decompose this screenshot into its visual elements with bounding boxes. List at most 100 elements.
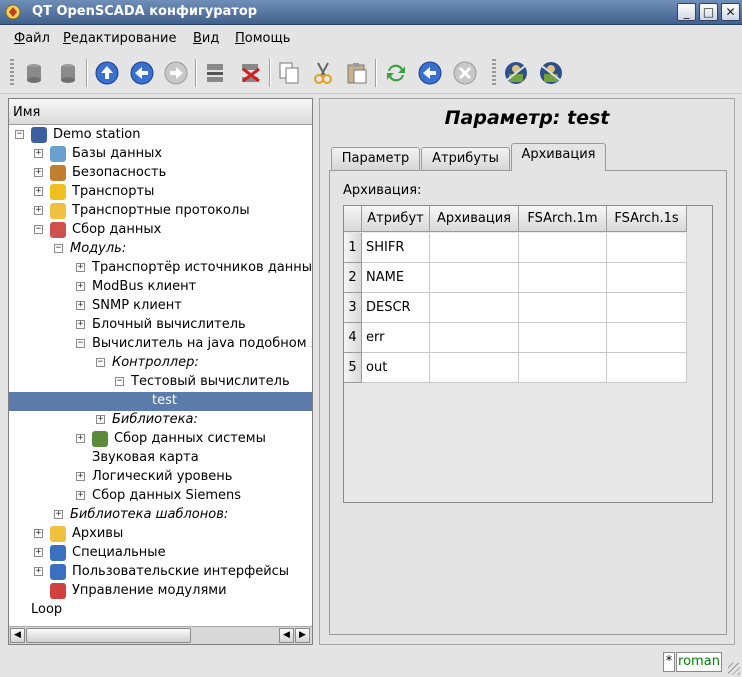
tree-item[interactable]: + Транспортные протоколы — [9, 202, 312, 221]
table-cell[interactable] — [607, 293, 687, 323]
expand-icon[interactable]: + — [54, 510, 63, 519]
scroll-thumb[interactable] — [26, 628, 191, 643]
table-cell[interactable] — [607, 263, 687, 293]
tree-item[interactable]: + Библиотека шаблонов: — [9, 506, 312, 525]
cut-icon[interactable] — [310, 60, 336, 86]
refresh-icon[interactable] — [383, 60, 409, 86]
user-icon-1[interactable] — [503, 60, 529, 86]
tree-item[interactable]: + Безопасность — [9, 164, 312, 183]
column-header[interactable]: FSArch.1s — [607, 206, 687, 232]
db-load-icon[interactable] — [21, 60, 47, 86]
tree-item[interactable]: + ModBus клиент — [9, 278, 312, 297]
table-cell[interactable]: NAME — [362, 263, 430, 293]
tree-item[interactable]: test — [9, 392, 312, 411]
table-cell[interactable] — [519, 263, 607, 293]
maximize-button[interactable]: □ — [699, 3, 718, 21]
stop-icon[interactable] — [452, 60, 478, 86]
scroll-left-icon[interactable]: ◀ — [279, 628, 294, 643]
table-cell[interactable] — [430, 233, 519, 263]
table-cell[interactable] — [519, 233, 607, 263]
tree-item[interactable]: + Библиотека: — [9, 411, 312, 430]
tree-item[interactable]: Управление модулями — [9, 582, 312, 601]
tab-archiving[interactable]: Архивация — [511, 143, 606, 171]
start-icon[interactable] — [417, 60, 443, 86]
column-header[interactable]: Атрибут — [362, 206, 430, 232]
expand-icon[interactable]: + — [76, 263, 85, 272]
up-icon[interactable] — [94, 60, 120, 86]
tree-item[interactable]: + Сбор данных системы — [9, 430, 312, 449]
expand-icon[interactable]: + — [34, 548, 43, 557]
tab-parameter[interactable]: Параметр — [331, 147, 420, 170]
expand-icon[interactable]: + — [76, 320, 85, 329]
tree-item[interactable]: + Специальные — [9, 544, 312, 563]
tree-item[interactable]: Loop — [9, 601, 312, 620]
close-button[interactable]: ✕ — [721, 3, 740, 21]
table-cell[interactable] — [607, 233, 687, 263]
expand-icon[interactable]: + — [34, 206, 43, 215]
archive-table[interactable]: Атрибут Архивация FSArch.1m FSArch.1s 1 SHIFR… — [343, 205, 713, 503]
expand-icon[interactable]: + — [34, 529, 43, 538]
row-header[interactable]: 2 — [344, 263, 362, 293]
navigation-tree[interactable]: − Demo station + Базы данных + Безопасность + Т… — [9, 126, 312, 625]
table-cell[interactable] — [430, 353, 519, 383]
expand-icon[interactable]: + — [34, 567, 43, 576]
table-cell[interactable]: out — [362, 353, 430, 383]
table-cell[interactable] — [607, 353, 687, 383]
tree-item[interactable]: + Сбор данных Siemens — [9, 487, 312, 506]
tab-attributes[interactable]: Атрибуты — [421, 147, 510, 170]
table-cell[interactable] — [519, 293, 607, 323]
collapse-icon[interactable]: − — [96, 358, 105, 367]
row-header[interactable]: 3 — [344, 293, 362, 323]
add-item-icon[interactable] — [203, 60, 229, 86]
scroll-right-icon[interactable]: ▶ — [295, 628, 310, 643]
tree-column-header[interactable]: Имя — [9, 99, 312, 125]
expand-icon[interactable]: + — [76, 301, 85, 310]
tree-item[interactable]: − Тестовый вычислитель — [9, 373, 312, 392]
menu-help[interactable]: Помощь — [235, 31, 290, 46]
menu-file[interactable]: Файл — [14, 31, 50, 46]
collapse-icon[interactable]: − — [15, 130, 24, 139]
expand-icon[interactable]: + — [76, 491, 85, 500]
table-cell[interactable] — [519, 323, 607, 353]
expand-icon[interactable]: + — [34, 168, 43, 177]
table-corner[interactable] — [344, 206, 362, 232]
collapse-icon[interactable]: − — [34, 225, 43, 234]
tree-horizontal-scrollbar[interactable]: ◀ ◀ ▶ — [9, 626, 312, 644]
expand-icon[interactable]: + — [76, 282, 85, 291]
delete-item-icon[interactable] — [238, 60, 264, 86]
tree-item[interactable]: + Базы данных — [9, 145, 312, 164]
tree-item[interactable]: + Архивы — [9, 525, 312, 544]
paste-icon[interactable] — [344, 60, 370, 86]
tree-item[interactable]: − Контроллер: — [9, 354, 312, 373]
expand-icon[interactable]: + — [34, 149, 43, 158]
tree-item[interactable]: + Пользовательские интерфейсы — [9, 563, 312, 582]
tree-item[interactable]: + Транспорты — [9, 183, 312, 202]
scroll-left-icon[interactable]: ◀ — [10, 628, 25, 643]
tree-item[interactable]: Звуковая карта — [9, 449, 312, 468]
minimize-button[interactable]: _ — [677, 3, 696, 21]
expand-icon[interactable]: + — [76, 472, 85, 481]
copy-icon[interactable] — [276, 60, 302, 86]
forward-icon[interactable] — [163, 60, 189, 86]
collapse-icon[interactable]: − — [76, 339, 85, 348]
back-icon[interactable] — [129, 60, 155, 86]
tree-item[interactable]: − Сбор данных — [9, 221, 312, 240]
expand-icon[interactable]: + — [76, 434, 85, 443]
db-save-icon[interactable] — [55, 60, 81, 86]
table-cell[interactable] — [430, 293, 519, 323]
row-header[interactable]: 4 — [344, 323, 362, 353]
column-header[interactable]: FSArch.1m — [519, 206, 607, 232]
menu-edit[interactable]: Редактирование — [63, 31, 176, 46]
row-header[interactable]: 1 — [344, 233, 362, 263]
table-cell[interactable]: err — [362, 323, 430, 353]
table-cell[interactable] — [607, 323, 687, 353]
user-icon-2[interactable] — [538, 60, 564, 86]
tree-item[interactable]: − Модуль: — [9, 240, 312, 259]
row-header[interactable]: 5 — [344, 353, 362, 383]
expand-icon[interactable]: + — [34, 187, 43, 196]
table-cell[interactable] — [519, 353, 607, 383]
toolbar-grip[interactable] — [492, 59, 496, 87]
table-cell[interactable]: SHIFR — [362, 233, 430, 263]
toolbar-grip[interactable] — [10, 59, 14, 87]
table-cell[interactable]: DESCR — [362, 293, 430, 323]
